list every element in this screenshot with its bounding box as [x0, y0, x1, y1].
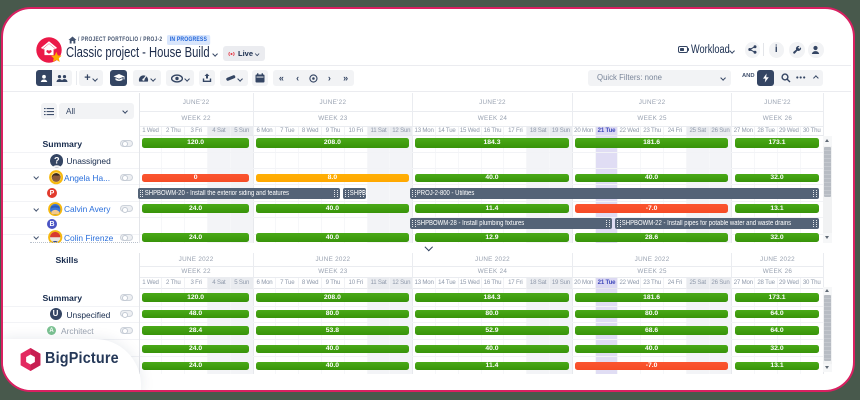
svg-text:?: ? [53, 156, 59, 166]
